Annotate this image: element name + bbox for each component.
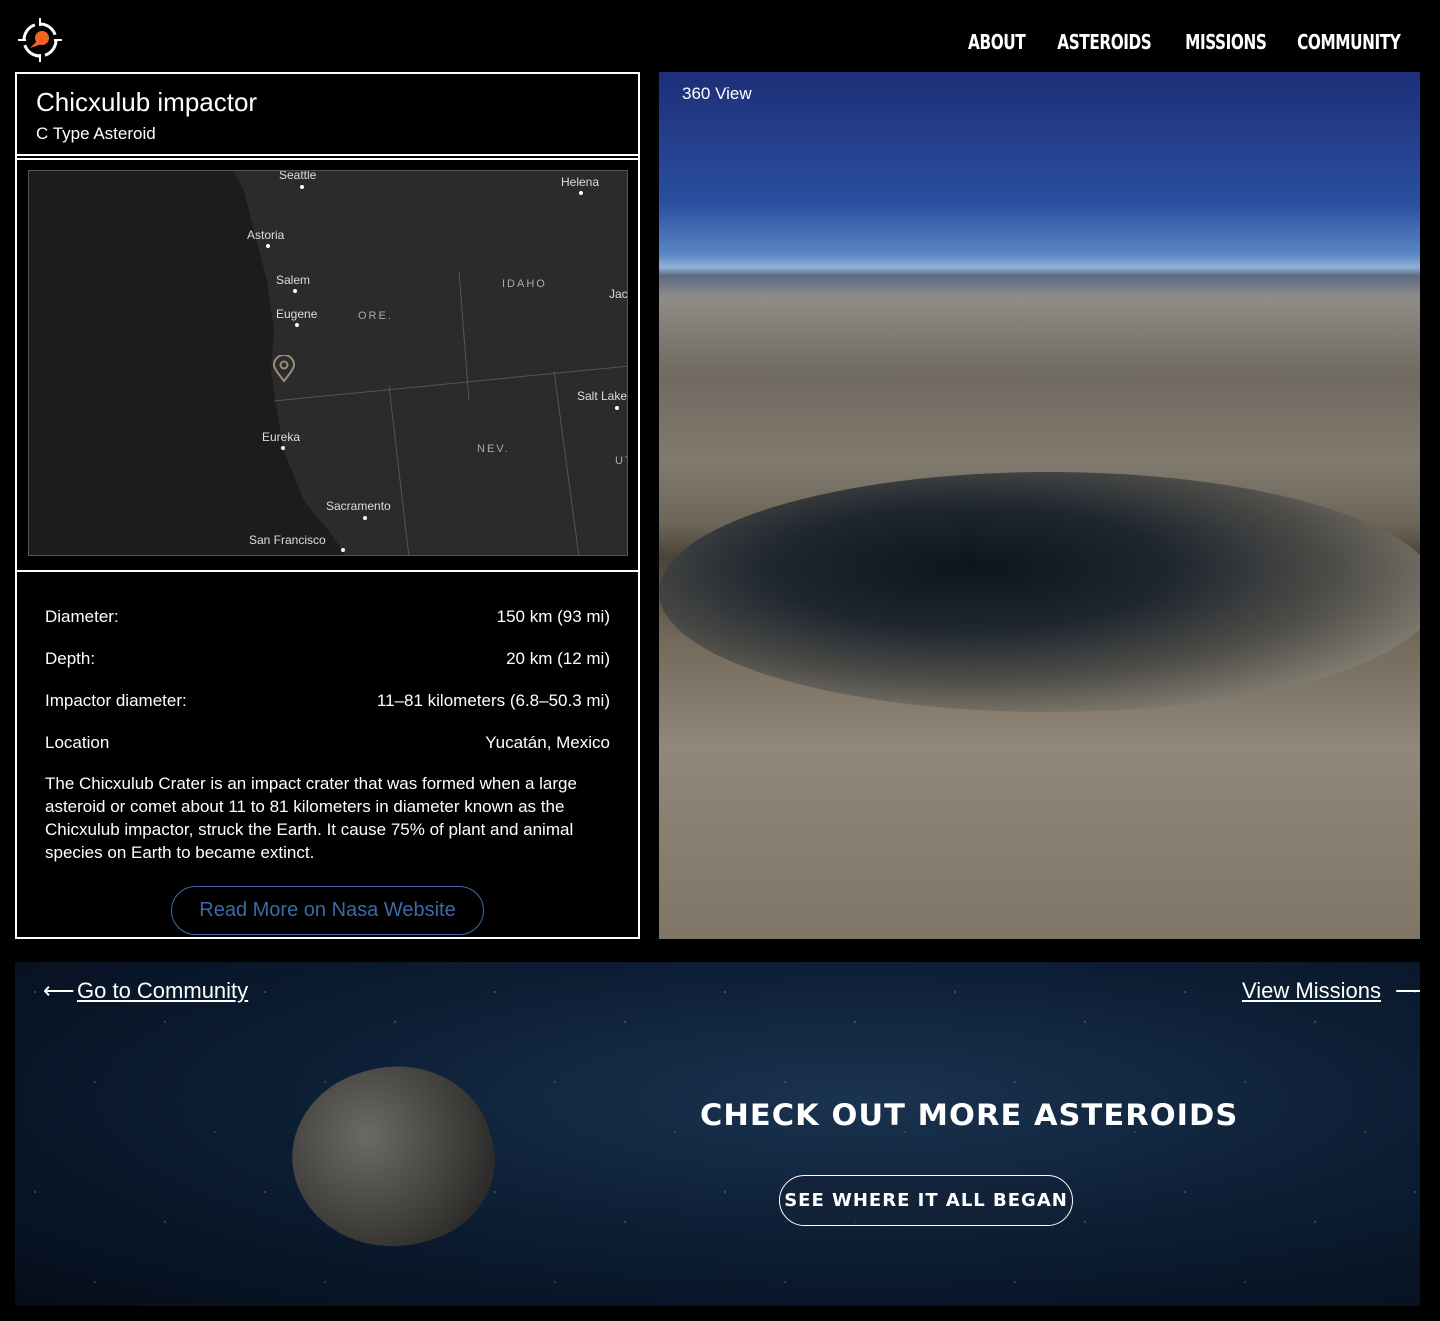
map-label: Seattle [279, 170, 317, 182]
fact-label: Depth: [45, 649, 96, 668]
stars-background [15, 962, 1420, 1306]
logo-icon[interactable] [16, 16, 64, 64]
map-label: UT [615, 455, 627, 467]
map-label: ORE. [358, 310, 393, 322]
section-heading: CHECK OUT MORE ASTEROIDS [700, 1098, 1239, 1132]
go-to-community-link[interactable]: Go to Community [77, 978, 248, 1004]
read-more-button[interactable]: Read More on Nasa Website [171, 886, 484, 935]
fact-value: 150 km (93 mi) [496, 607, 610, 626]
map-label: San Francisco [249, 533, 326, 547]
fact-row: Impactor diameter: 11–81 kilometers (6.8–… [45, 680, 610, 722]
location-pin-icon[interactable] [272, 355, 296, 383]
footer-banner: ⟵ Go to Community View Missions ⟶ CHECK … [15, 962, 1420, 1306]
arrow-right-icon: ⟶ [1395, 978, 1420, 1003]
nav-community[interactable]: COMMUNITY [1297, 30, 1401, 54]
map-label: Salt Lake [577, 389, 628, 403]
fact-label: Diameter: [45, 607, 119, 626]
360-view-panel[interactable]: 360 View [659, 72, 1420, 939]
nav-asteroids[interactable]: ASTEROIDS [1057, 30, 1152, 54]
fact-row: Diameter: 150 km (93 mi) [45, 596, 610, 638]
fact-row: Location Yucatán, Mexico [45, 722, 610, 764]
map-label: Jac [609, 287, 628, 301]
see-where-it-began-button[interactable]: SEE WHERE IT ALL BEGAN [779, 1175, 1073, 1226]
arrow-left-icon: ⟵ [43, 978, 75, 1003]
nav-missions[interactable]: MISSIONS [1185, 30, 1267, 54]
map-label: Astoria [247, 228, 285, 242]
view-missions-link[interactable]: View Missions [1242, 978, 1381, 1004]
fact-label: Impactor diameter: [45, 691, 187, 710]
fact-value: 11–81 kilometers (6.8–50.3 mi) [376, 691, 610, 710]
location-map[interactable]: Seattle Helena Astoria Salem IDAHO Jac E… [28, 170, 628, 556]
map-label: Helena [561, 175, 600, 189]
nav-about[interactable]: ABOUT [968, 30, 1026, 54]
asteroid-name: Chicxulub impactor [36, 87, 258, 117]
map-label: NEV. [477, 443, 510, 455]
fact-value: 20 km (12 mi) [506, 649, 610, 668]
map-label: Eugene [276, 307, 318, 321]
fact-label: Location [45, 733, 110, 752]
map-label: Eureka [262, 430, 301, 444]
fact-row: Depth: 20 km (12 mi) [45, 638, 610, 680]
asteroid-type: C Type Asteroid [36, 124, 156, 143]
360-view-label: 360 View [682, 84, 752, 103]
asteroid-card: Chicxulub impactor C Type Asteroid Seatt… [15, 72, 640, 939]
map-label: Sacramento [326, 499, 391, 513]
fact-value: Yucatán, Mexico [485, 733, 610, 752]
description: The Chicxulub Crater is an impact crater… [45, 774, 577, 862]
map-label: Salem [276, 273, 311, 287]
crater-image [659, 472, 1420, 712]
map-label: IDAHO [502, 278, 547, 290]
